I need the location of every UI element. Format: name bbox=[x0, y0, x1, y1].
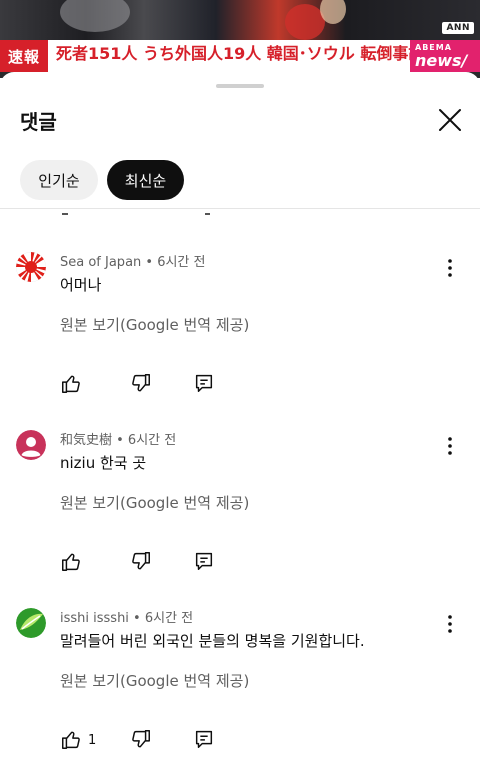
default-user-avatar-image bbox=[16, 430, 46, 460]
more-options-button[interactable] bbox=[440, 256, 460, 280]
video-player[interactable]: ANN 速報 死者151人 うち外国人19人 韓国･ソウル 転倒事故 ABEMA… bbox=[0, 0, 480, 78]
like-button[interactable]: 1 bbox=[60, 728, 110, 752]
comments-sheet: 댓글 인기순 최신순 Sea of Japan • 6시간 전 어머나 원본 보… bbox=[0, 72, 480, 769]
sheet-title: 댓글 bbox=[20, 110, 57, 134]
comment-text: niziu 한국 곳 bbox=[60, 454, 147, 472]
avatar[interactable] bbox=[16, 430, 46, 460]
sort-chip-popular[interactable]: 인기순 bbox=[20, 160, 98, 200]
dislike-button[interactable] bbox=[130, 372, 154, 396]
comment-item: isshi issshi • 6시간 전 말려들어 버린 외국인 분들의 명복을… bbox=[0, 602, 480, 772]
drag-handle[interactable] bbox=[216, 84, 264, 88]
like-button[interactable] bbox=[60, 550, 110, 574]
more-vert-icon bbox=[448, 259, 452, 277]
thumbs-up-icon bbox=[62, 731, 80, 749]
video-frame-figure bbox=[285, 4, 325, 40]
abema-news-logo: ABEMA news/ bbox=[410, 40, 480, 72]
more-options-button[interactable] bbox=[440, 612, 460, 636]
thumbs-down-icon bbox=[132, 730, 150, 748]
comment-item: 和気史樹 • 6시간 전 niziu 한국 곳 원본 보기(Google 번역 … bbox=[0, 424, 480, 594]
breaking-badge: 速報 bbox=[0, 40, 48, 72]
close-button[interactable] bbox=[434, 104, 466, 136]
reply-button[interactable] bbox=[193, 728, 217, 752]
like-button[interactable] bbox=[60, 372, 110, 396]
view-original-link[interactable]: 원본 보기(Google 번역 제공) bbox=[60, 670, 249, 691]
reply-comment-icon bbox=[195, 374, 213, 392]
rising-sun-avatar-image bbox=[16, 252, 46, 282]
brand-bottom: news/ bbox=[415, 51, 468, 70]
like-count: 1 bbox=[88, 732, 97, 748]
avatar[interactable] bbox=[16, 608, 46, 638]
view-original-link[interactable]: 원본 보기(Google 번역 제공) bbox=[60, 492, 249, 513]
more-vert-icon bbox=[448, 615, 452, 633]
view-original-link[interactable]: 원본 보기(Google 번역 제공) bbox=[60, 314, 249, 335]
ticker-headline: 死者151人 うち外国人19人 韓国･ソウル 転倒事故 bbox=[56, 44, 425, 63]
reply-button[interactable] bbox=[193, 372, 217, 396]
more-options-button[interactable] bbox=[440, 434, 460, 458]
reply-comment-icon bbox=[195, 730, 213, 748]
thumbs-down-icon bbox=[132, 374, 150, 392]
reply-comment-icon bbox=[195, 552, 213, 570]
dislike-button[interactable] bbox=[130, 550, 154, 574]
close-icon bbox=[439, 109, 461, 131]
thumbs-down-icon bbox=[132, 552, 150, 570]
comment-meta: Sea of Japan • 6시간 전 bbox=[60, 255, 206, 270]
news-ticker: 速報 死者151人 うち外国人19人 韓国･ソウル 転倒事故 ABEMA new… bbox=[0, 40, 480, 72]
thumbs-up-icon bbox=[62, 375, 80, 393]
reply-button[interactable] bbox=[193, 550, 217, 574]
ann-watermark: ANN bbox=[442, 22, 474, 34]
comment-item: Sea of Japan • 6시간 전 어머나 원본 보기(Google 번역… bbox=[0, 246, 480, 416]
thumbs-up-icon bbox=[62, 553, 80, 571]
comment-meta: 和気史樹 • 6시간 전 bbox=[60, 433, 177, 448]
more-vert-icon bbox=[448, 437, 452, 455]
comment-meta: isshi issshi • 6시간 전 bbox=[60, 611, 194, 626]
previous-comment-peek bbox=[60, 209, 210, 215]
comment-text: 어머나 bbox=[60, 276, 102, 294]
sort-chip-newest[interactable]: 최신순 bbox=[107, 160, 184, 200]
green-leaf-avatar-image bbox=[16, 608, 46, 638]
avatar[interactable] bbox=[16, 252, 46, 282]
comment-text: 말려들어 버린 외국인 분들의 명복을 기원합니다. bbox=[60, 632, 365, 650]
dislike-button[interactable] bbox=[130, 728, 154, 752]
